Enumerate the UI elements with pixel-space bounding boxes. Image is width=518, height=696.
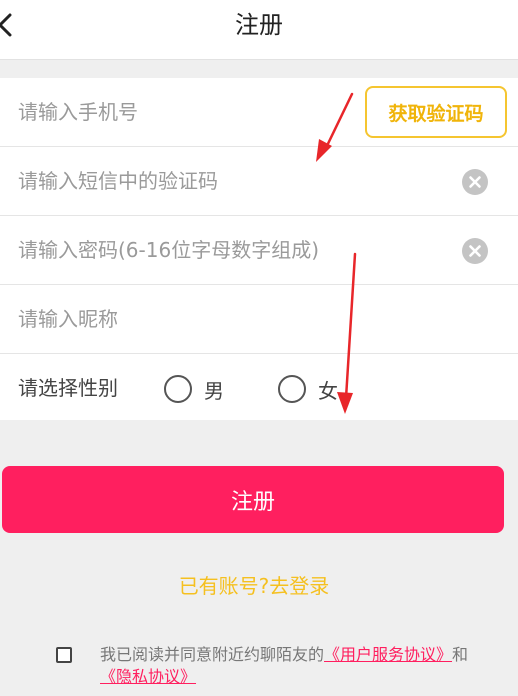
code-input[interactable] [18,147,438,215]
nickname-row [0,285,518,354]
phone-row: 获取验证码 [0,78,518,147]
gender-label: 请选择性别 [18,376,118,400]
get-code-button[interactable]: 获取验证码 [365,86,507,138]
login-link[interactable]: 已有账号?去登录 [0,570,508,599]
code-row [0,147,518,216]
header-bar: 注册 [0,0,518,60]
gender-row: 请选择性别 男 女 [0,354,518,423]
register-page: 注册 获取验证码 [0,0,518,696]
gender-female-label: 女 [318,378,338,403]
agreement-checkbox[interactable] [56,647,72,663]
privacy-agreement-link[interactable]: 《隐私协议》 [100,667,196,686]
page-title: 注册 [235,11,283,39]
agreement-text: 我已阅读并同意附近约聊陌友的《用户服务协议》和《隐私协议》 [100,644,470,688]
radio-icon [164,375,192,403]
password-row [0,216,518,285]
agreement-prefix: 我已阅读并同意附近约聊陌友的 [100,645,325,664]
nickname-input[interactable] [18,285,438,353]
register-form: 获取验证码 请选择性别 [0,78,518,420]
register-button[interactable]: 注册 [2,466,504,533]
radio-icon [278,375,306,403]
clear-code-icon[interactable] [462,169,488,195]
gender-male-radio[interactable]: 男 [164,374,224,404]
clear-password-icon[interactable] [462,238,488,264]
gender-male-label: 男 [204,378,224,403]
agreement-joiner: 和 [452,645,469,664]
password-input[interactable] [18,216,438,284]
user-agreement-link[interactable]: 《用户服务协议》 [324,645,452,664]
gender-female-radio[interactable]: 女 [278,374,338,404]
